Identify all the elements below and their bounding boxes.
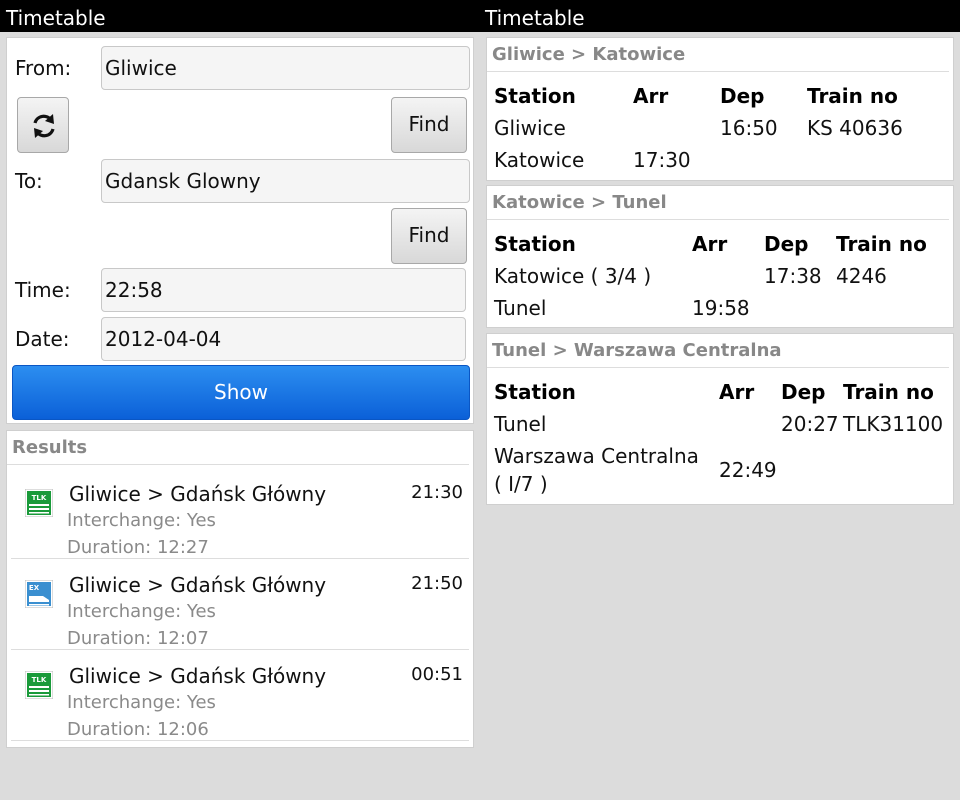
result-item[interactable]: TLK Gliwice > Gdańsk Główny 00:51 Interc…: [11, 650, 469, 741]
to-label: To:: [15, 169, 43, 193]
result-time: 00:51: [411, 664, 463, 685]
station-cell: Katowice ( 3/4 ): [494, 264, 652, 288]
col-arr-header: Arr: [719, 380, 755, 404]
right-title-bar: Timetable: [480, 0, 960, 32]
from-field[interactable]: Gliwice: [101, 46, 470, 90]
station-cell: Gliwice: [494, 116, 566, 140]
results-panel: Results TLK Gliwice > Gdańsk Główny 21:3…: [6, 430, 474, 748]
result-route: Gliwice > Gdańsk Główny: [69, 573, 327, 597]
col-station-header: Station: [494, 84, 576, 108]
to-field[interactable]: Gdansk Glowny: [101, 159, 470, 203]
segment-title: Katowice > Tunel: [487, 186, 949, 220]
segment-panel-2: Katowice > Tunel Station Arr Dep Train n…: [486, 185, 954, 328]
refresh-icon: [33, 114, 55, 138]
station-platform-cell: ( I/7 ): [494, 472, 548, 496]
dep-cell: 17:38: [764, 264, 822, 288]
result-interchange: Interchange: Yes: [67, 692, 216, 713]
col-dep-header: Dep: [764, 232, 809, 256]
col-station-header: Station: [494, 232, 576, 256]
train-cell: KS 40636: [807, 116, 903, 140]
find-from-button[interactable]: Find: [391, 97, 467, 153]
result-route: Gliwice > Gdańsk Główny: [69, 664, 327, 688]
result-route: Gliwice > Gdańsk Główny: [69, 482, 327, 506]
swap-stations-button[interactable]: [17, 97, 69, 153]
station-cell: Warszawa Centralna: [494, 444, 699, 468]
arr-cell: 22:49: [719, 458, 777, 482]
svg-text:EX: EX: [29, 584, 40, 592]
result-time: 21:50: [411, 573, 463, 594]
date-field[interactable]: 2012-04-04: [101, 317, 466, 361]
app-title-right: Timetable: [485, 6, 585, 30]
tlk-train-icon: TLK: [25, 489, 53, 517]
tlk-train-icon: TLK: [25, 671, 53, 699]
search-form-panel: From: Gliwice Find To: Gdansk Glowny Fin…: [6, 37, 474, 424]
result-duration: Duration: 12:27: [67, 537, 209, 558]
station-cell: Tunel: [494, 412, 547, 436]
find-to-button[interactable]: Find: [391, 208, 467, 264]
result-item[interactable]: TLK Gliwice > Gdańsk Główny 21:30 Interc…: [11, 468, 469, 559]
show-button[interactable]: Show: [12, 365, 470, 420]
time-label: Time:: [15, 278, 71, 302]
app-title-left: Timetable: [6, 6, 106, 30]
col-train-header: Train no: [836, 232, 927, 256]
segment-panel-1: Gliwice > Katowice Station Arr Dep Train…: [486, 37, 954, 181]
result-interchange: Interchange: Yes: [67, 510, 216, 531]
arr-cell: 19:58: [692, 296, 750, 320]
col-dep-header: Dep: [720, 84, 765, 108]
col-arr-header: Arr: [692, 232, 728, 256]
from-label: From:: [15, 56, 72, 80]
train-cell: TLK31100: [843, 412, 944, 436]
left-title-bar: Timetable: [0, 0, 480, 32]
date-label: Date:: [15, 327, 70, 351]
segment-panel-3: Tunel > Warszawa Centralna Station Arr D…: [486, 333, 954, 505]
col-dep-header: Dep: [781, 380, 826, 404]
result-duration: Duration: 12:07: [67, 628, 209, 649]
result-time: 21:30: [411, 482, 463, 503]
segment-title: Gliwice > Katowice: [487, 38, 949, 72]
col-train-header: Train no: [843, 380, 934, 404]
arr-cell: 17:30: [633, 148, 691, 172]
dep-cell: 16:50: [720, 116, 778, 140]
time-field[interactable]: 22:58: [101, 268, 466, 312]
svg-text:TLK: TLK: [32, 494, 47, 502]
train-cell: 4246: [836, 264, 887, 288]
results-title: Results: [7, 431, 469, 465]
result-interchange: Interchange: Yes: [67, 601, 216, 622]
svg-text:TLK: TLK: [32, 676, 47, 684]
col-arr-header: Arr: [633, 84, 669, 108]
ex-train-icon: EX: [25, 580, 53, 608]
station-cell: Katowice: [494, 148, 585, 172]
dep-cell: 20:27: [781, 412, 839, 436]
col-train-header: Train no: [807, 84, 898, 108]
result-item[interactable]: EX Gliwice > Gdańsk Główny 21:50 Interch…: [11, 559, 469, 650]
result-duration: Duration: 12:06: [67, 719, 209, 740]
segment-title: Tunel > Warszawa Centralna: [487, 334, 949, 368]
station-cell: Tunel: [494, 296, 547, 320]
col-station-header: Station: [494, 380, 576, 404]
